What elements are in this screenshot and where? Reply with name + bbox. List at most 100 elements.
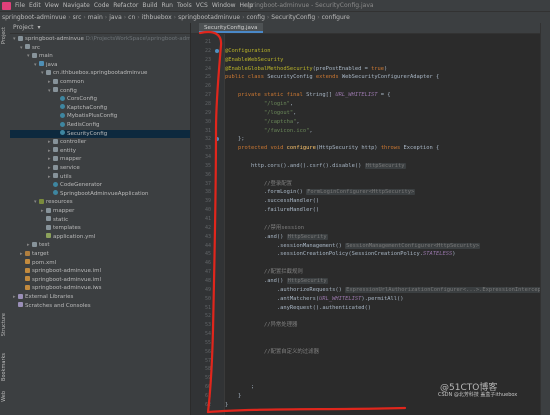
code-line[interactable]: .anyRequest().authenticated() <box>225 304 540 312</box>
tree-item[interactable]: ▾ cn.ithbuebox.springbootadminvue <box>10 69 190 77</box>
breadcrumb-item[interactable]: cn <box>126 12 137 23</box>
tool-tab-project[interactable]: Project <box>1 27 9 44</box>
tree-item[interactable]: RedisConfig <box>10 121 190 129</box>
code-line[interactable] <box>225 153 540 161</box>
tree-item[interactable]: ▸ controller <box>10 138 190 146</box>
code-line[interactable]: private static final String[] URL_WHITEL… <box>225 91 540 99</box>
code-line[interactable]: .sessionCreationPolicy(SessionCreationPo… <box>225 250 540 258</box>
override-icon[interactable] <box>215 137 219 142</box>
tree-item[interactable]: application.yml <box>10 233 190 241</box>
code-line[interactable]: }; <box>225 135 540 143</box>
code-line[interactable]: .and() HttpSecurity <box>225 233 540 241</box>
code-line[interactable] <box>225 38 540 46</box>
menu-item-refactor[interactable]: Refactor <box>111 0 140 11</box>
tree-item[interactable]: ▾ java <box>10 61 190 69</box>
tree-item[interactable]: springboot-adminvue.iml <box>10 267 190 275</box>
tree-item[interactable]: templates <box>10 224 190 232</box>
menu-item-navigate[interactable]: Navigate <box>61 0 92 11</box>
tab-security-config[interactable]: SecurityConfig.java <box>199 23 263 33</box>
tree-item[interactable]: ▾ springboot-adminvue D:\ProjectsWorkSpac… <box>10 35 190 43</box>
menu-item-build[interactable]: Build <box>140 0 159 11</box>
tree-item[interactable]: ▸ External Libraries <box>10 293 190 301</box>
code-line[interactable]: "/favicon.ico", <box>225 127 540 135</box>
editor-gutter[interactable]: 21 22 23 24 25 26 27 28 29 30 31 32 33 34 35 36 37 38 39 40… <box>191 34 225 415</box>
menu-item-tools[interactable]: Tools <box>175 0 194 11</box>
code-line[interactable]: "/logout", <box>225 109 540 117</box>
tree-item[interactable]: ▾ src <box>10 44 190 52</box>
code-line[interactable] <box>225 215 540 223</box>
tree-item[interactable]: ▾ main <box>10 52 190 60</box>
breadcrumb-item[interactable]: springbootadminvue <box>176 12 242 23</box>
breadcrumb-item[interactable]: SecurityConfig <box>269 12 317 23</box>
code-line[interactable]: .sessionManagement() SessionManagementCo… <box>225 242 540 250</box>
code-line[interactable]: http.cors().and().csrf().disable() HttpS… <box>225 162 540 170</box>
code-line[interactable]: //配置拦截规则 <box>225 268 540 276</box>
menu-item-view[interactable]: View <box>43 0 61 11</box>
menu-item-run[interactable]: Run <box>159 0 175 11</box>
breadcrumb-item[interactable]: config <box>245 12 267 23</box>
breadcrumb-item[interactable]: configure <box>320 12 352 23</box>
code-line[interactable]: @EnableGlobalMethodSecurity(prePostEnabl… <box>225 65 540 73</box>
tree-item[interactable]: MybatisPlusConfig <box>10 112 190 120</box>
breadcrumb-item[interactable]: src <box>71 12 84 23</box>
code-line[interactable] <box>225 82 540 90</box>
code-line[interactable]: .antMatchers(URL_WHITELIST).permitAll() <box>225 295 540 303</box>
code-line[interactable] <box>225 171 540 179</box>
tree-item[interactable]: springboot-adminvue.iws <box>10 284 190 292</box>
code-line[interactable] <box>225 357 540 365</box>
tree-item[interactable]: ▸ service <box>10 164 190 172</box>
tree-item[interactable]: ▸ utils <box>10 173 190 181</box>
project-title[interactable]: Project <box>13 23 34 33</box>
code-editor[interactable]: @Configuration @EnableWebSecurity @EnableG… <box>225 34 540 415</box>
breadcrumb-item[interactable]: springboot-adminvue <box>0 12 68 23</box>
code-line[interactable]: //异常处理器 <box>225 321 540 329</box>
code-line[interactable]: //登录配置 <box>225 180 540 188</box>
tree-item[interactable]: ▾ config <box>10 87 190 95</box>
breadcrumb-item[interactable]: main <box>86 12 105 23</box>
code-line[interactable]: .and() HttpSecurity <box>225 277 540 285</box>
tree-item[interactable]: ▸ test <box>10 241 190 249</box>
code-line[interactable] <box>225 330 540 338</box>
code-line[interactable]: .authorizeRequests() ExpressionUrlAuthor… <box>225 286 540 294</box>
tree-item[interactable]: pom.xml <box>10 259 190 267</box>
code-line[interactable]: @Configuration <box>225 47 540 55</box>
tool-tab-structure[interactable]: Structure <box>1 313 9 336</box>
menu-item-edit[interactable]: Edit <box>27 0 43 11</box>
code-line[interactable]: .failureHandler() <box>225 206 540 214</box>
tree-item[interactable]: ▸ mapper <box>10 207 190 215</box>
code-line[interactable]: "/captcha", <box>225 118 540 126</box>
code-line[interactable]: "/login", <box>225 100 540 108</box>
code-line[interactable] <box>225 339 540 347</box>
code-line[interactable] <box>225 312 540 320</box>
tree-item[interactable]: CodeGenerator <box>10 181 190 189</box>
tree-item[interactable]: Scratches and Consoles <box>10 302 190 310</box>
tool-tab-web[interactable]: Web <box>1 391 9 402</box>
tree-item[interactable]: KaptchaConfig <box>10 104 190 112</box>
code-line[interactable]: protected void configure(HttpSecurity ht… <box>225 144 540 152</box>
tree-item[interactable]: ▸ mapper <box>10 155 190 163</box>
tree-item[interactable]: ▸ target <box>10 250 190 258</box>
menu-item-vcs[interactable]: VCS <box>194 0 210 11</box>
code-line[interactable] <box>225 365 540 373</box>
breadcrumb-item[interactable]: ithbuebox <box>140 12 174 23</box>
breadcrumb-item[interactable]: java <box>107 12 124 23</box>
tree-item[interactable]: ▸ entity <box>10 147 190 155</box>
menu-item-window[interactable]: Window <box>210 0 238 11</box>
code-line[interactable]: @EnableWebSecurity <box>225 56 540 64</box>
code-line[interactable]: .formLogin() FormLoginConfigurer<HttpSec… <box>225 188 540 196</box>
tree-item[interactable]: static <box>10 216 190 224</box>
tree-item[interactable]: SecurityConfig <box>10 129 190 138</box>
tree-item[interactable]: CorsConfig <box>10 95 190 103</box>
code-line[interactable]: public class SecurityConfig extends WebS… <box>225 73 540 81</box>
code-line[interactable]: } <box>225 401 540 409</box>
code-line[interactable] <box>225 259 540 267</box>
menu-item-code[interactable]: Code <box>92 0 111 11</box>
code-line[interactable]: .successHandler() <box>225 197 540 205</box>
chevron-down-icon[interactable]: ▾ <box>38 23 41 33</box>
tool-tab-bookmarks[interactable]: Bookmarks <box>1 353 9 381</box>
menu-item-file[interactable]: File <box>13 0 27 11</box>
tree-item[interactable]: ▾ resources <box>10 198 190 206</box>
bean-icon[interactable] <box>215 48 219 53</box>
code-line[interactable]: //配置自定义的过滤器 <box>225 348 540 356</box>
tree-item[interactable]: SpringbootAdminvueApplication <box>10 190 190 198</box>
